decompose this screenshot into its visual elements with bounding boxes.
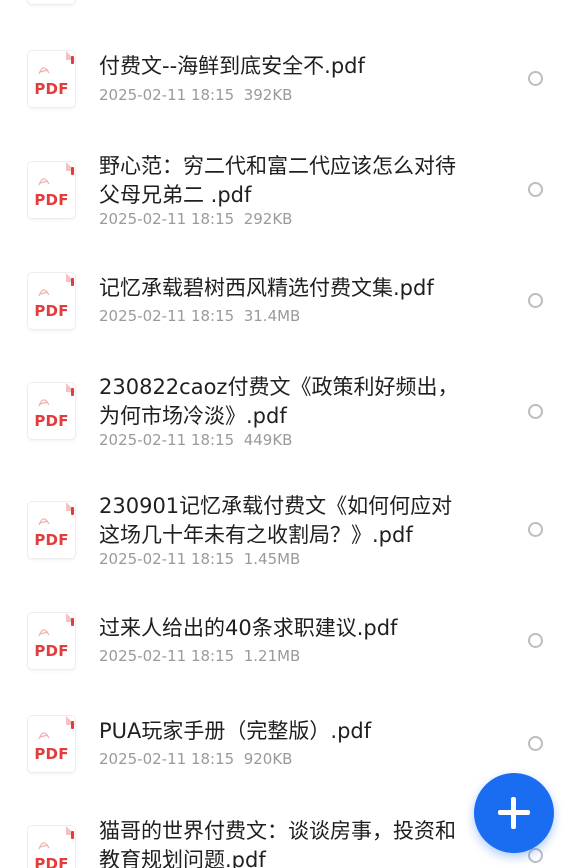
file-name: 记忆承载碧树西风精选付费文集.pdf	[99, 276, 434, 300]
pdf-type-label: PDF	[34, 531, 69, 549]
select-radio[interactable]	[528, 404, 543, 419]
file-size: 392KB	[243, 86, 293, 104]
corner-mark	[71, 507, 74, 515]
pdf-file-icon: PDF	[28, 502, 75, 558]
file-name: 付费文--海鲜到底安全不.pdf	[99, 54, 365, 78]
corner-mark	[71, 388, 74, 396]
pdf-type-label: PDF	[34, 642, 69, 660]
file-size: 1.45MB	[243, 550, 301, 568]
file-meta: 2025-02-11 18:15 449KB	[99, 430, 292, 450]
pdf-file-icon: PDF	[28, 162, 75, 218]
file-meta: 2025-02-11 18:15 1.45MB	[99, 549, 300, 569]
corner-mark	[71, 56, 74, 64]
pdf-type-label: PDF	[34, 412, 69, 430]
file-size: 31.4MB	[243, 307, 301, 325]
select-radio[interactable]	[528, 71, 543, 86]
pdf-file-icon: PDF	[28, 613, 75, 669]
file-name: 过来人给出的40条求职建议.pdf	[99, 616, 398, 640]
file-size: 920KB	[243, 750, 293, 768]
file-meta: 2025-02-11 18:15 392KB	[99, 85, 292, 105]
acrobat-icon	[38, 399, 50, 407]
select-radio[interactable]	[528, 736, 543, 751]
file-date: 2025-02-11 18:15	[99, 307, 235, 325]
pdf-type-label: PDF	[34, 302, 69, 320]
file-date: 2025-02-11 18:15	[99, 550, 235, 568]
acrobat-icon	[38, 518, 50, 526]
pdf-file-icon: PDF	[28, 51, 75, 107]
file-name: 230822caoz付费文《政策利好频出，为何市场冷淡》.pdf	[99, 375, 459, 428]
pdf-type-label: PDF	[34, 191, 69, 209]
file-name: 野心范：穷二代和富二代应该怎么对待父母兄弟二 .pdf	[99, 154, 456, 207]
select-radio[interactable]	[528, 633, 543, 648]
file-meta: 2025-02-11 18:15 1.21MB	[99, 646, 300, 666]
pdf-type-label: PDF	[34, 855, 69, 868]
pdf-file-icon	[28, 0, 75, 4]
file-date: 2025-02-11 18:15	[99, 750, 235, 768]
select-radio[interactable]	[528, 522, 543, 537]
corner-mark	[71, 167, 74, 175]
acrobat-icon	[38, 289, 50, 297]
acrobat-icon	[38, 629, 50, 637]
acrobat-icon	[38, 732, 50, 740]
file-size: 1.21MB	[243, 647, 301, 665]
pdf-file-icon: PDF	[28, 826, 75, 868]
pdf-type-label: PDF	[34, 80, 69, 98]
file-meta: 2025-02-11 18:15 920KB	[99, 749, 292, 769]
corner-mark	[71, 618, 74, 626]
file-date: 2025-02-11 18:15	[99, 86, 235, 104]
file-date: 2025-02-11 18:15	[99, 647, 235, 665]
pdf-file-icon: PDF	[28, 716, 75, 772]
file-size: 449KB	[243, 431, 293, 449]
pdf-file-icon: PDF	[28, 273, 75, 329]
file-name: 猫哥的世界付费文：谈谈房事，投资和教育规划问题.pdf	[99, 819, 456, 868]
acrobat-icon	[38, 842, 50, 850]
file-name: 230901记忆承载付费文《如何何应对这场几十年未有之收割局？》.pdf	[99, 494, 453, 547]
select-radio[interactable]	[528, 293, 543, 308]
corner-mark	[71, 278, 74, 286]
pdf-file-icon: PDF	[28, 383, 75, 439]
select-radio[interactable]	[528, 182, 543, 197]
file-date: 2025-02-11 18:15	[99, 210, 235, 228]
acrobat-icon	[38, 178, 50, 186]
corner-mark	[71, 831, 74, 839]
file-meta: 2025-02-11 18:15 31.4MB	[99, 306, 300, 326]
add-fab-button[interactable]	[474, 773, 554, 853]
file-name: PUA玩家手册（完整版）.pdf	[99, 719, 372, 743]
file-meta: 2025-02-11 18:15 292KB	[99, 209, 292, 229]
pdf-type-label: PDF	[34, 745, 69, 763]
file-manager-screen: PDF 付费文--海鲜到底安全不.pdf 2025-02-11 18:15 39…	[0, 0, 580, 868]
file-date: 2025-02-11 18:15	[99, 431, 235, 449]
acrobat-icon	[38, 67, 50, 75]
corner-mark	[71, 721, 74, 729]
select-radio[interactable]	[528, 848, 543, 863]
file-size: 292KB	[243, 210, 293, 228]
